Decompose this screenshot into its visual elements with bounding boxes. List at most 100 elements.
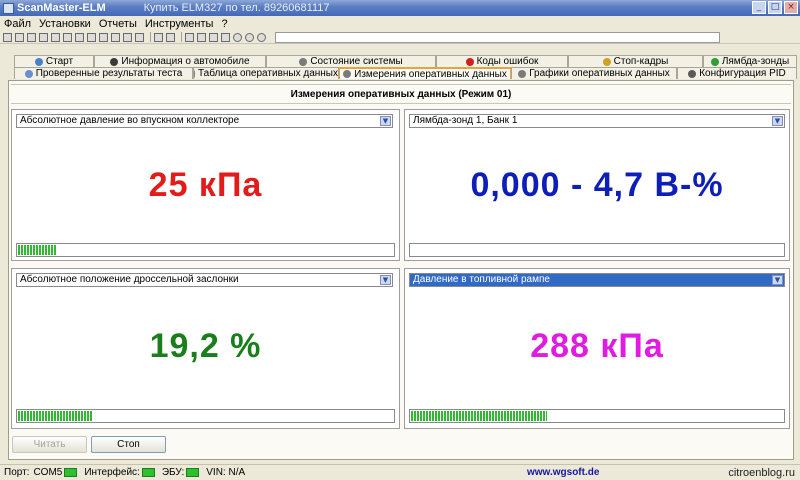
pid-select-label: Лямбда-зонд 1, Банк 1: [413, 115, 518, 126]
close-button[interactable]: ×: [784, 1, 798, 14]
chevron-down-icon[interactable]: ▼: [380, 275, 391, 285]
pid-select-4[interactable]: Давление в топливной рампе ▼: [409, 273, 785, 287]
config-icon: [688, 69, 697, 78]
app-window: ScanMaster-ELM Купить ELM327 по тел. 892…: [0, 0, 800, 480]
freeze-frame-icon: [602, 57, 611, 66]
stop-icon[interactable]: [257, 32, 266, 42]
start-icon: [34, 57, 43, 66]
tab-pid-config[interactable]: Конфигурация PID: [677, 67, 797, 79]
gauge-bar-4: [409, 409, 785, 423]
tab-vehicle-info[interactable]: Информация о автомобиле: [94, 55, 266, 67]
open-icon[interactable]: [197, 32, 206, 42]
tab-label: Старт: [45, 56, 74, 67]
error-icon: [465, 57, 474, 66]
ecu-led-icon: [186, 468, 200, 477]
menu-settings[interactable]: Установки: [35, 18, 95, 30]
tab-start[interactable]: Старт: [14, 55, 94, 67]
tab-error-codes[interactable]: Коды ошибок: [436, 55, 568, 67]
read-button[interactable]: Читать: [12, 436, 87, 453]
menu-bar: Файл Установки Отчеты Инструменты ?: [0, 16, 800, 31]
lambda-icon: [710, 57, 719, 66]
tab-label: Измерения оперативных данных: [354, 68, 507, 79]
tab-label: Информация о автомобиле: [121, 56, 250, 67]
chart-icon[interactable]: [99, 32, 108, 42]
menu-tools[interactable]: Инструменты: [141, 18, 218, 30]
chevron-down-icon[interactable]: ▼: [772, 116, 783, 126]
new-icon[interactable]: [185, 32, 194, 42]
gauge-value-1: 25 кПа: [148, 166, 263, 204]
gauge-value-2: 0,000 - 4,7 В-%: [470, 166, 724, 204]
port-label: Порт:: [4, 467, 30, 478]
config-icon[interactable]: [123, 32, 132, 42]
interface-led-icon: [141, 468, 155, 477]
vin-label: VIN: N/A: [206, 467, 246, 478]
watermark-text: citroenblog.ru: [728, 466, 795, 479]
connect-icon[interactable]: [3, 32, 12, 42]
tabs-row-bottom: Проверенные результаты теста Таблица опе…: [14, 67, 797, 79]
export-icon[interactable]: [166, 32, 175, 42]
info-icon: [110, 57, 119, 66]
sensor-icon[interactable]: [87, 32, 96, 42]
save-icon[interactable]: [209, 32, 218, 42]
gauge-icon[interactable]: [63, 32, 72, 42]
pid-select-1[interactable]: Абсолютное давление во впускном коллекто…: [16, 114, 393, 128]
tab-live-data-measurements[interactable]: Измерения оперативных данных: [339, 67, 511, 79]
print-icon[interactable]: [221, 32, 230, 42]
status-icon: [299, 57, 308, 66]
ecu-label: ЭБУ:: [161, 467, 185, 478]
interface-label: Интерфейс:: [84, 467, 140, 478]
gauge-bar-fill: [411, 411, 547, 421]
tab-live-data-table[interactable]: Таблица оперативных данных: [193, 67, 339, 79]
warning-icon[interactable]: [75, 32, 84, 42]
maximize-button[interactable]: □: [768, 1, 782, 14]
minimize-button[interactable]: _: [752, 1, 766, 14]
list-icon[interactable]: [111, 32, 120, 42]
tab-freeze-frames[interactable]: Стоп-кадры: [568, 55, 703, 67]
pid-select-2[interactable]: Лямбда-зонд 1, Банк 1 ▼: [409, 114, 785, 128]
status-bar: Порт: COM5 Интерфейс: ЭБУ: VIN: N/A www.…: [0, 464, 800, 480]
tab-lambda-sensors[interactable]: Лямбда-зонды: [703, 55, 797, 67]
panel-title: Измерения оперативных данных (Режим 01): [11, 84, 791, 104]
tab-label: Состояние системы: [310, 56, 403, 67]
tab-test-results[interactable]: Проверенные результаты теста: [14, 67, 193, 79]
play-icon[interactable]: [245, 32, 254, 42]
port-status: Порт: COM5: [4, 467, 78, 478]
gauge-bar-3: [16, 409, 395, 423]
gauge-value-4: 288 кПа: [530, 327, 664, 365]
menu-help[interactable]: ?: [217, 18, 231, 30]
toolbar: [0, 31, 800, 44]
menu-file[interactable]: Файл: [0, 18, 35, 30]
globe-icon[interactable]: [15, 32, 24, 42]
battery-icon[interactable]: [135, 32, 144, 42]
gauge-bar-1: [16, 243, 395, 257]
vendor-link[interactable]: www.wgsoft.de: [527, 467, 599, 478]
info-icon[interactable]: [39, 32, 48, 42]
graph-icon[interactable]: [154, 32, 163, 42]
chart-icon: [518, 69, 527, 78]
tab-label: Таблица оперативных данных: [197, 68, 338, 79]
gauge-panel-1: Абсолютное давление во впускном коллекто…: [11, 109, 400, 261]
toolbar-separator: [181, 32, 182, 42]
toolbar-separator: [150, 32, 151, 42]
chevron-down-icon[interactable]: ▼: [772, 275, 783, 285]
tab-label: Коды ошибок: [476, 56, 539, 67]
tab-live-data-graphs[interactable]: Графики оперативных данных: [511, 67, 677, 79]
app-icon: [3, 2, 14, 14]
table-icon[interactable]: [51, 32, 60, 42]
document-icon[interactable]: [27, 32, 36, 42]
toolbar-progress-field: [275, 31, 720, 43]
stop-button[interactable]: Стоп: [91, 436, 166, 453]
chevron-down-icon[interactable]: ▼: [380, 116, 391, 126]
window-title: ScanMaster-ELM: [17, 2, 106, 14]
pid-select-3[interactable]: Абсолютное положение дроссельной заслонк…: [16, 273, 393, 287]
pid-select-label: Абсолютное давление во впускном коллекто…: [20, 115, 240, 126]
title-bar[interactable]: ScanMaster-ELM Купить ELM327 по тел. 892…: [0, 0, 800, 16]
record-icon[interactable]: [233, 32, 242, 42]
tab-system-status[interactable]: Состояние системы: [266, 55, 436, 67]
tab-label: Стоп-кадры: [613, 56, 669, 67]
gauge-icon: [343, 70, 352, 78]
gauge-bar-2: [409, 243, 785, 257]
tab-label: Проверенные результаты теста: [35, 68, 183, 79]
vin-status: VIN: N/A: [206, 467, 245, 478]
menu-reports[interactable]: Отчеты: [95, 18, 141, 30]
